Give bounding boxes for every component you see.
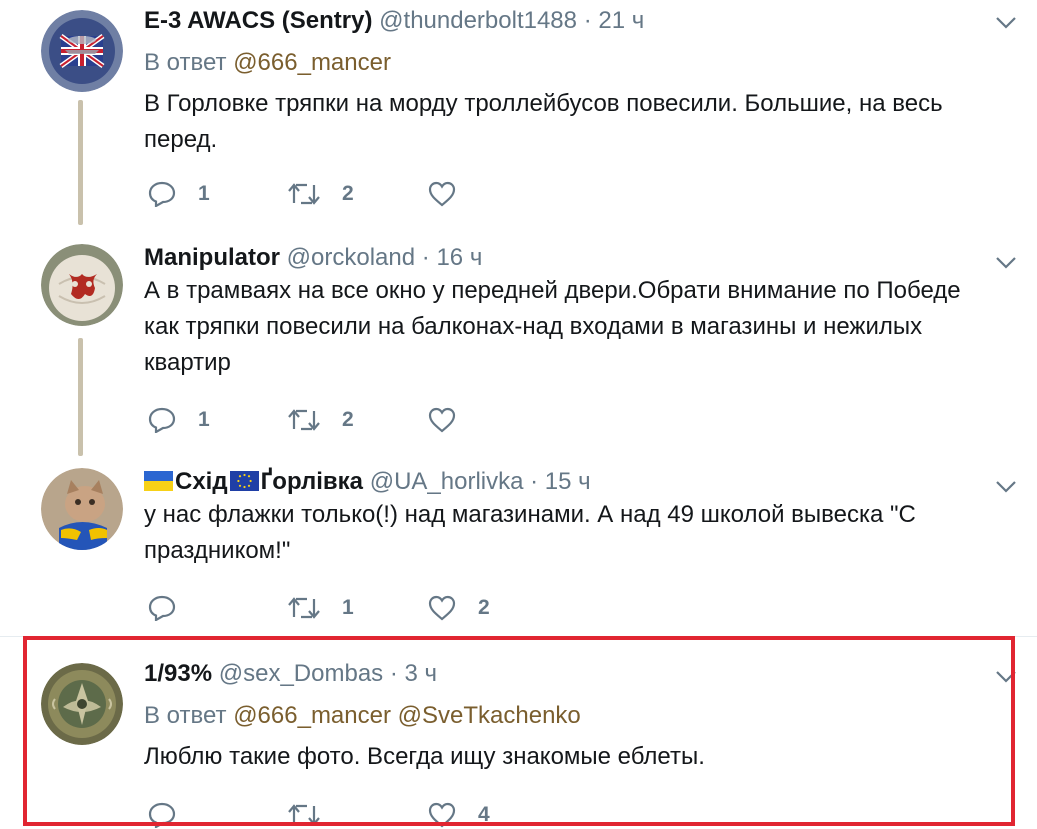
retweet-button[interactable]: 1: [288, 595, 428, 621]
avatar[interactable]: [41, 10, 123, 92]
highlight-frame: [23, 636, 1015, 826]
reply-count: 1: [198, 182, 210, 205]
reply-button[interactable]: [148, 595, 288, 621]
like-icon: [428, 407, 456, 433]
tweet-content: Manipulator @orckoland · 16 ч А в трамва…: [144, 243, 997, 381]
caret-down-icon[interactable]: [995, 256, 1017, 270]
author-handle[interactable]: @UA_horlivka: [370, 468, 524, 495]
author-name-part1[interactable]: Схід: [175, 468, 228, 495]
tweet-actions: 1 2: [148, 404, 568, 436]
separator-dot: ·: [530, 468, 539, 495]
tweet-content: Схід Ґорлівка @UA_horlivka · 15 ч у нас …: [144, 467, 997, 569]
retweet-button[interactable]: 2: [288, 407, 428, 433]
like-icon: [428, 595, 456, 621]
like-icon: [428, 181, 456, 207]
retweet-icon: [288, 595, 320, 621]
retweet-icon: [288, 407, 320, 433]
tweet-header: Схід Ґорлівка @UA_horlivka · 15 ч: [144, 467, 997, 497]
tweet-actions: 1 2: [148, 178, 568, 210]
author-name-part2[interactable]: Ґорлівка: [261, 468, 363, 495]
avatar[interactable]: [41, 468, 123, 550]
avatar[interactable]: [41, 244, 123, 326]
author-name[interactable]: Manipulator: [144, 244, 280, 271]
separator-dot: ·: [583, 7, 592, 34]
like-count: 2: [478, 596, 490, 619]
reply-prefix: В ответ: [144, 49, 227, 76]
tweet-text: А в трамваях на все окно у передней двер…: [144, 277, 961, 376]
reply-context: В ответ @666_mancer: [144, 48, 997, 78]
reply-icon: [148, 181, 176, 207]
tweet-actions: 1 2: [148, 592, 568, 624]
caret-down-icon[interactable]: [995, 480, 1017, 494]
tweet-content: E-3 AWACS (Sentry) @thunderbolt1488 · 21…: [144, 6, 997, 158]
tweet-time[interactable]: 16 ч: [436, 244, 482, 271]
retweet-count: 2: [342, 182, 354, 205]
tweet-header: Manipulator @orckoland · 16 ч: [144, 243, 997, 273]
flag-ukraine-icon: [144, 469, 173, 491]
tweet[interactable]: Схід Ґорлівка @UA_horlivka · 15 ч у нас …: [0, 456, 1037, 636]
mention-link[interactable]: @666_mancer: [233, 49, 391, 76]
tweet[interactable]: Manipulator @orckoland · 16 ч А в трамва…: [0, 230, 1037, 450]
tweet-text: у нас флажки только(!) над магазинами. А…: [144, 501, 916, 564]
tweet-text: В Горловке тряпки на морду троллейбусов …: [144, 90, 943, 153]
tweet-header: E-3 AWACS (Sentry) @thunderbolt1488 · 21…: [144, 6, 997, 36]
author-handle[interactable]: @thunderbolt1488: [379, 7, 577, 34]
flag-eu-icon: [229, 469, 259, 491]
tweet-time[interactable]: 21 ч: [598, 7, 644, 34]
retweet-button[interactable]: 2: [288, 181, 428, 207]
like-button[interactable]: [428, 407, 568, 433]
reply-icon: [148, 407, 176, 433]
reply-count: 1: [198, 408, 210, 431]
retweet-count: 2: [342, 408, 354, 431]
like-button[interactable]: [428, 181, 568, 207]
like-button[interactable]: 2: [428, 595, 568, 621]
tweet[interactable]: E-3 AWACS (Sentry) @thunderbolt1488 · 21…: [0, 0, 1037, 230]
retweet-count: 1: [342, 596, 354, 619]
caret-down-icon[interactable]: [995, 16, 1017, 30]
reply-icon: [148, 595, 176, 621]
separator-dot: ·: [421, 244, 430, 271]
reply-button[interactable]: 1: [148, 407, 288, 433]
retweet-icon: [288, 181, 320, 207]
author-name[interactable]: E-3 AWACS (Sentry): [144, 7, 372, 34]
tweet-time[interactable]: 15 ч: [545, 468, 591, 495]
reply-button[interactable]: 1: [148, 181, 288, 207]
author-handle[interactable]: @orckoland: [287, 244, 415, 271]
